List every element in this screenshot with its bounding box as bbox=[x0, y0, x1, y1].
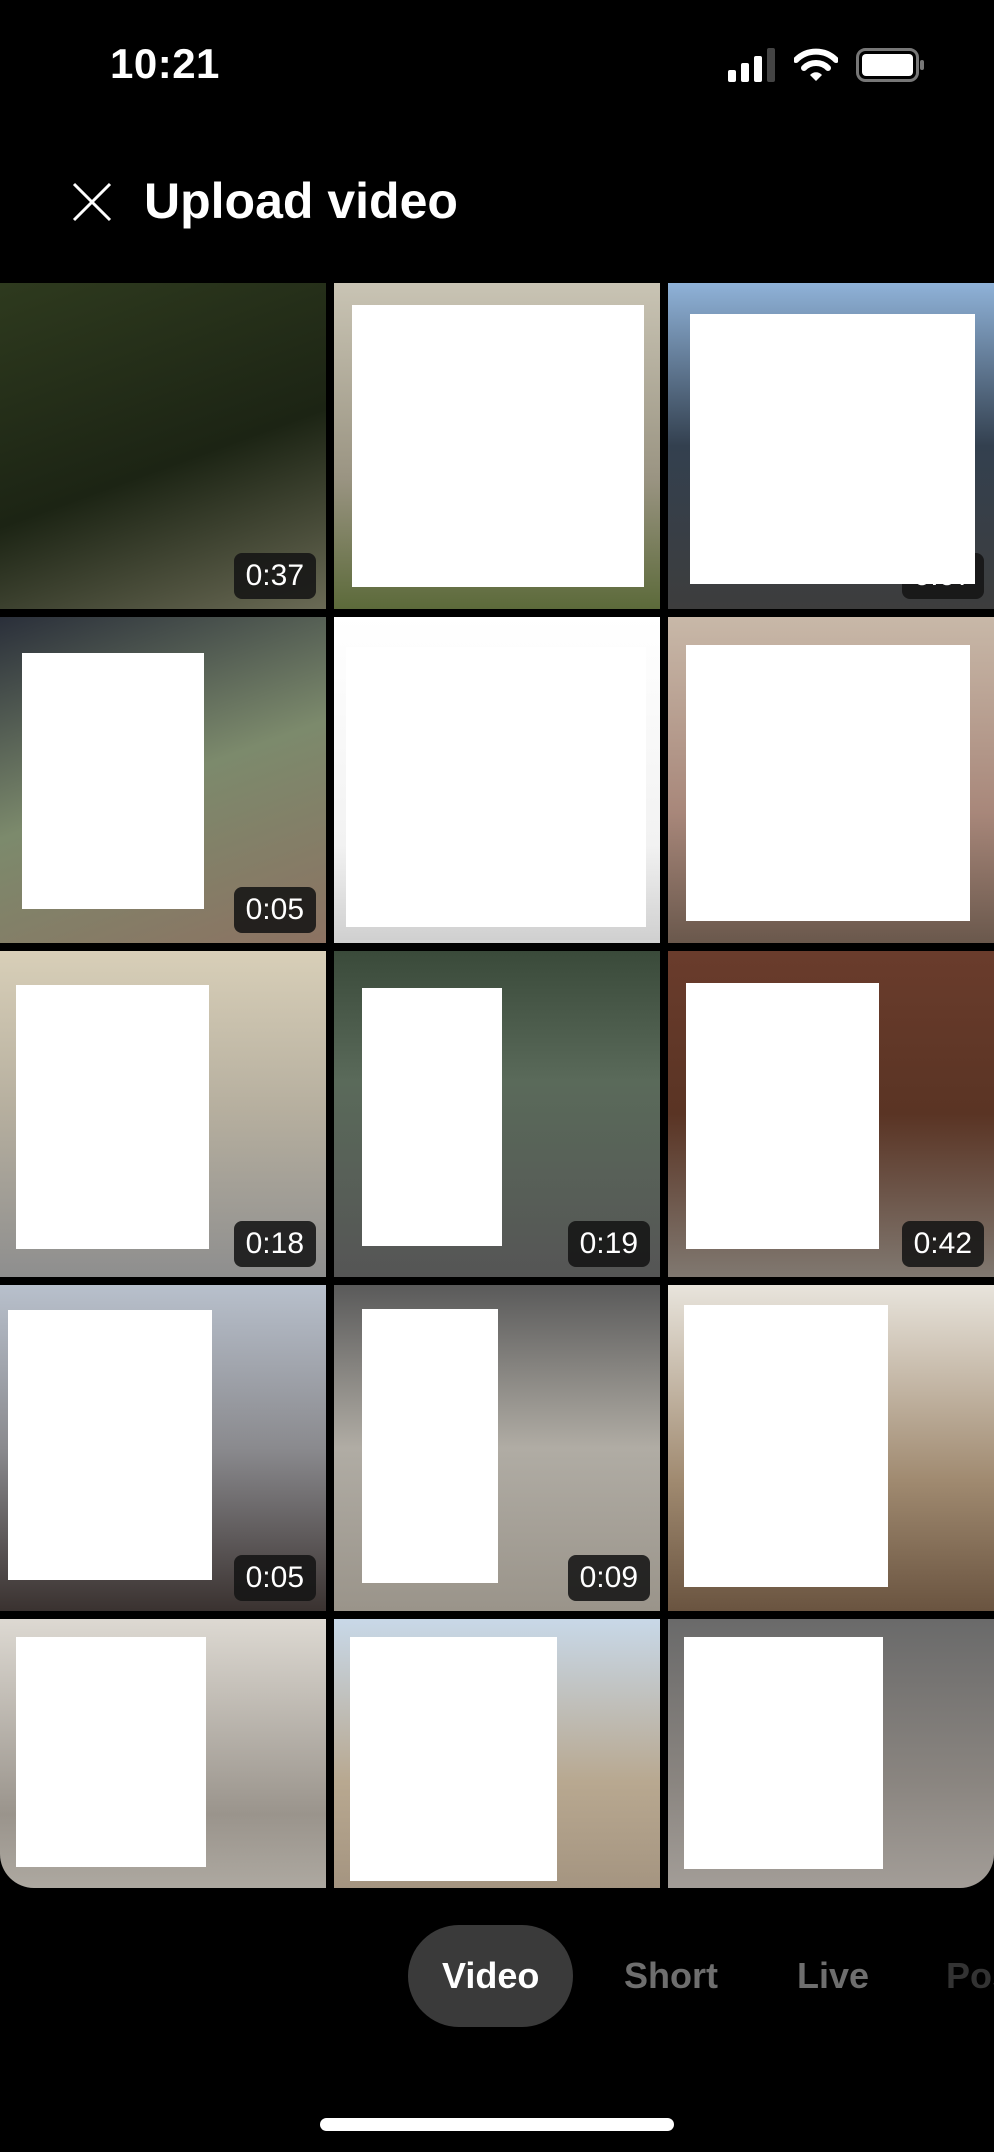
redacted-region bbox=[16, 985, 210, 1249]
video-thumbnail[interactable]: 0:09 bbox=[334, 1285, 660, 1611]
video-thumbnail[interactable]: 0:42 bbox=[668, 951, 994, 1277]
duration-badge: 0:18 bbox=[233, 1221, 316, 1267]
video-thumbnail[interactable] bbox=[334, 283, 660, 609]
redacted-region bbox=[684, 1637, 883, 1869]
redacted-region bbox=[22, 653, 205, 909]
page-title: Upload video bbox=[144, 173, 458, 229]
redacted-region bbox=[352, 305, 644, 587]
video-thumbnail[interactable] bbox=[334, 617, 660, 943]
redacted-region bbox=[686, 983, 880, 1249]
home-indicator[interactable] bbox=[320, 2118, 674, 2131]
upload-type-tabs: Video Short Live Post bbox=[0, 1925, 994, 2027]
video-grid-scroll[interactable]: 0:37 0:07 0:05 0:18 0:19 0:42 0:05 0:09 bbox=[0, 283, 994, 1888]
duration-badge: 0:42 bbox=[901, 1221, 984, 1267]
status-time: 10:21 bbox=[110, 40, 220, 87]
battery-icon bbox=[856, 48, 924, 82]
video-thumbnail[interactable] bbox=[0, 1619, 326, 1888]
wifi-icon bbox=[794, 48, 838, 81]
redacted-region bbox=[350, 1637, 557, 1881]
video-grid: 0:37 0:07 0:05 0:18 0:19 0:42 0:05 0:09 bbox=[0, 283, 994, 1888]
tab-post[interactable]: Post bbox=[946, 1925, 994, 2027]
redacted-region bbox=[362, 988, 502, 1246]
video-thumbnail[interactable] bbox=[668, 1619, 994, 1888]
video-thumbnail[interactable] bbox=[668, 1285, 994, 1611]
video-thumbnail[interactable]: 0:07 bbox=[668, 283, 994, 609]
redacted-region bbox=[686, 645, 970, 921]
redacted-region bbox=[684, 1305, 889, 1587]
header: Upload video bbox=[0, 160, 994, 250]
close-icon bbox=[72, 182, 112, 222]
video-thumbnail[interactable]: 0:19 bbox=[334, 951, 660, 1277]
status-icons bbox=[728, 48, 926, 82]
video-thumbnail[interactable] bbox=[668, 617, 994, 943]
video-thumbnail[interactable]: 0:18 bbox=[0, 951, 326, 1277]
redacted-region bbox=[690, 314, 975, 584]
video-thumbnail[interactable]: 0:05 bbox=[0, 1285, 326, 1611]
video-thumbnail[interactable] bbox=[334, 1619, 660, 1888]
cellular-signal-icon bbox=[728, 48, 775, 82]
video-thumbnail[interactable]: 0:37 bbox=[0, 283, 326, 609]
duration-badge: 0:19 bbox=[567, 1221, 650, 1267]
duration-badge: 0:05 bbox=[233, 887, 316, 933]
redacted-region bbox=[362, 1309, 498, 1583]
close-button[interactable] bbox=[68, 178, 116, 226]
tab-video[interactable]: Video bbox=[408, 1925, 574, 2027]
tab-short[interactable]: Short bbox=[624, 1925, 718, 2027]
redacted-region bbox=[16, 1637, 207, 1867]
duration-badge: 0:37 bbox=[233, 553, 316, 599]
status-bar: 10:21 bbox=[0, 0, 994, 130]
redacted-region bbox=[346, 647, 646, 927]
duration-badge: 0:09 bbox=[567, 1555, 650, 1601]
tab-live[interactable]: Live bbox=[797, 1925, 869, 2027]
video-thumbnail[interactable]: 0:05 bbox=[0, 617, 326, 943]
duration-badge: 0:05 bbox=[233, 1555, 316, 1601]
redacted-region bbox=[8, 1310, 213, 1580]
